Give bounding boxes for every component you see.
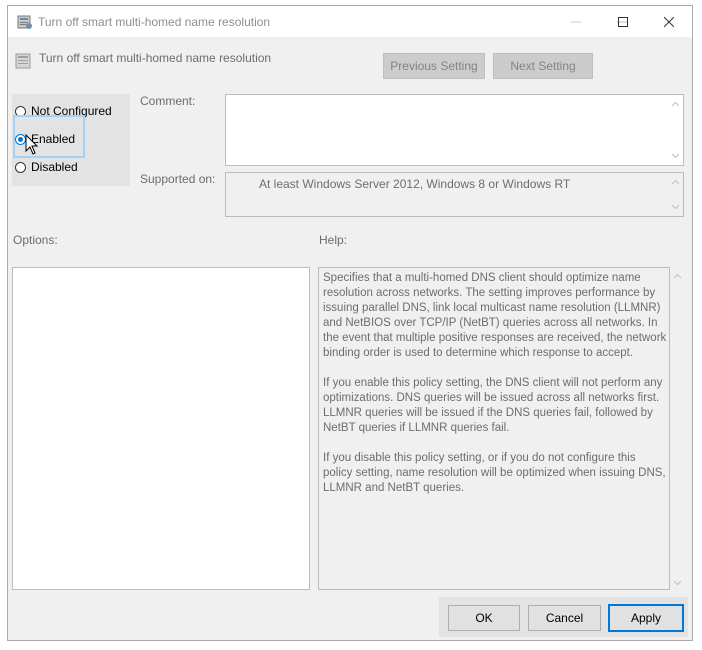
supported-on-value: At least Windows Server 2012, Windows 8 … (259, 177, 571, 191)
supported-on-field[interactable]: At least Windows Server 2012, Windows 8 … (225, 172, 684, 217)
close-button[interactable] (646, 6, 692, 37)
radio-disabled-label[interactable]: Disabled (31, 160, 78, 174)
minimize-caption-icon (571, 21, 581, 22)
radio-enabled[interactable]: Enabled (15, 132, 75, 146)
supported-on-label: Supported on: (140, 172, 216, 186)
policy-title: Turn off smart multi-homed name resoluti… (39, 51, 272, 65)
maximize-caption-button[interactable] (600, 6, 646, 37)
close-icon (664, 16, 674, 27)
policy-dialog: Turn off smart multi-homed name resoluti… (7, 5, 693, 641)
minimize-caption-button[interactable] (553, 6, 599, 37)
scroll-down-icon[interactable] (674, 579, 681, 586)
scroll-down-icon[interactable] (672, 152, 679, 159)
help-pane[interactable]: Specifies that a multi-homed DNS client … (318, 267, 670, 590)
radio-not-configured[interactable]: Not Configured (15, 104, 112, 118)
apply-button[interactable]: Apply (608, 604, 684, 632)
comment-scrollbar[interactable] (669, 95, 683, 165)
ok-button[interactable]: OK (448, 605, 520, 631)
policy-setting-icon (17, 14, 33, 30)
scroll-up-icon[interactable] (672, 179, 679, 186)
next-setting-button[interactable]: Next Setting (493, 53, 593, 79)
comment-label: Comment: (140, 94, 196, 108)
options-pane[interactable] (12, 267, 310, 590)
cancel-button[interactable]: Cancel (528, 605, 601, 631)
help-label: Help: (319, 233, 348, 247)
comment-field[interactable] (225, 94, 684, 166)
radio-not-configured-label[interactable]: Not Configured (31, 104, 112, 118)
radio-disabled[interactable]: Disabled (15, 160, 78, 174)
help-paragraph: Specifies that a multi-homed DNS client … (323, 272, 667, 359)
options-label: Options: (13, 233, 58, 247)
previous-setting-button[interactable]: Previous Setting (383, 53, 485, 79)
scroll-up-icon[interactable] (674, 273, 681, 280)
radio-disabled-indicator[interactable] (15, 161, 26, 173)
help-paragraph: If you disable this policy setting, or i… (323, 452, 666, 494)
scroll-down-icon[interactable] (672, 203, 679, 210)
mouse-pointer-icon (25, 134, 39, 155)
scroll-up-icon[interactable] (672, 101, 679, 108)
radio-not-configured-indicator[interactable] (15, 105, 26, 117)
supported-scrollbar[interactable] (669, 173, 683, 216)
maximize-icon (618, 16, 628, 27)
help-text: Specifies that a multi-homed DNS client … (323, 271, 668, 511)
help-scrollbar[interactable] (670, 267, 684, 590)
window-title: Turn off smart multi-homed name resoluti… (38, 15, 271, 29)
policy-header-icon (15, 53, 31, 69)
help-paragraph: If you enable this policy setting, the D… (323, 377, 663, 434)
